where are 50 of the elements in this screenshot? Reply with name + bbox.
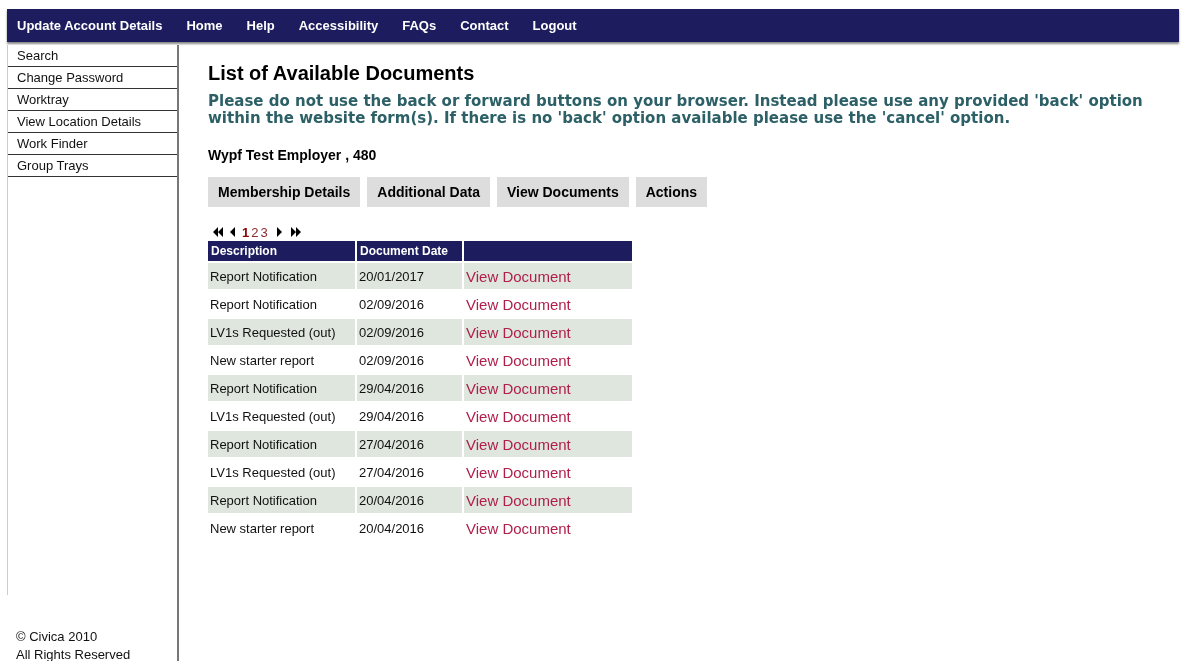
- tab[interactable]: Membership Details: [208, 177, 361, 207]
- first-page-icon[interactable]: [212, 227, 224, 237]
- table-cell-text: LV1s Requested (out): [209, 463, 337, 482]
- copyright-text: All Rights Reserved: [16, 646, 132, 661]
- tab[interactable]: Additional Data: [367, 177, 490, 207]
- page-link[interactable]: 2: [251, 224, 259, 240]
- table-cell-text: Report Notification: [209, 295, 318, 314]
- next-page-icon[interactable]: [275, 227, 282, 237]
- previous-page-icon[interactable]: [230, 227, 236, 237]
- warning-text: Please do not use the back or forward buttons on your browser. Instead please use any provided 'back' option within the website form(s). If there is no 'back' option available please use the 'cancel' option.: [208, 93, 1144, 127]
- view-document-link[interactable]: View Document: [466, 351, 571, 369]
- table-cell: Report Notification: [208, 487, 355, 513]
- view-document-link[interactable]: View Document: [466, 519, 571, 537]
- column-header: Document Date: [357, 241, 462, 261]
- table-cell: Report Notification: [208, 263, 355, 289]
- column-header: Description: [208, 241, 355, 261]
- table-cell-text: 27/04/2016: [358, 463, 426, 482]
- page-link[interactable]: 3: [260, 224, 268, 240]
- table-cell: 29/04/2016: [357, 375, 462, 401]
- view-document-link[interactable]: View Document: [466, 407, 571, 425]
- nav-link[interactable]: Help: [246, 18, 275, 33]
- table-cell-text: 20/04/2016: [358, 519, 426, 538]
- copyright-text: © Civica 2010: [16, 628, 99, 646]
- tab[interactable]: View Documents: [496, 177, 629, 207]
- table-cell-text: 02/09/2016: [358, 351, 426, 370]
- table-cell: 20/04/2016: [357, 487, 462, 513]
- tab[interactable]: Actions: [635, 177, 708, 207]
- employer-name: Wypf Test Employer , 480: [208, 147, 378, 163]
- nav-link[interactable]: FAQs: [402, 18, 437, 33]
- view-document-link[interactable]: View Document: [466, 463, 571, 481]
- table-cell: Report Notification: [208, 375, 355, 401]
- table-cell-text: 02/09/2016: [358, 295, 426, 314]
- nav-link[interactable]: Logout: [532, 18, 577, 33]
- last-page-icon[interactable]: [289, 227, 302, 237]
- table-cell: 20/01/2017: [357, 263, 462, 289]
- table-cell-text: New starter report: [209, 519, 316, 538]
- table-cell-text: New starter report: [209, 351, 316, 370]
- nav-link[interactable]: Accessibility: [298, 18, 379, 33]
- nav-link[interactable]: Update Account Details: [17, 18, 163, 33]
- table-cell: 27/04/2016: [357, 431, 462, 457]
- table-cell: 02/09/2016: [357, 319, 462, 345]
- page-title: List of Available Documents: [208, 62, 476, 85]
- table-cell: Report Notification: [208, 431, 355, 457]
- nav-link[interactable]: Home: [186, 18, 223, 33]
- page-link[interactable]: 1: [242, 224, 250, 240]
- table-cell: LV1s Requested (out): [208, 319, 355, 345]
- table-cell-text: 29/04/2016: [358, 407, 426, 426]
- view-document-link[interactable]: View Document: [466, 295, 571, 313]
- table-cell-text: LV1s Requested (out): [209, 407, 337, 426]
- nav-link[interactable]: Contact: [460, 18, 509, 33]
